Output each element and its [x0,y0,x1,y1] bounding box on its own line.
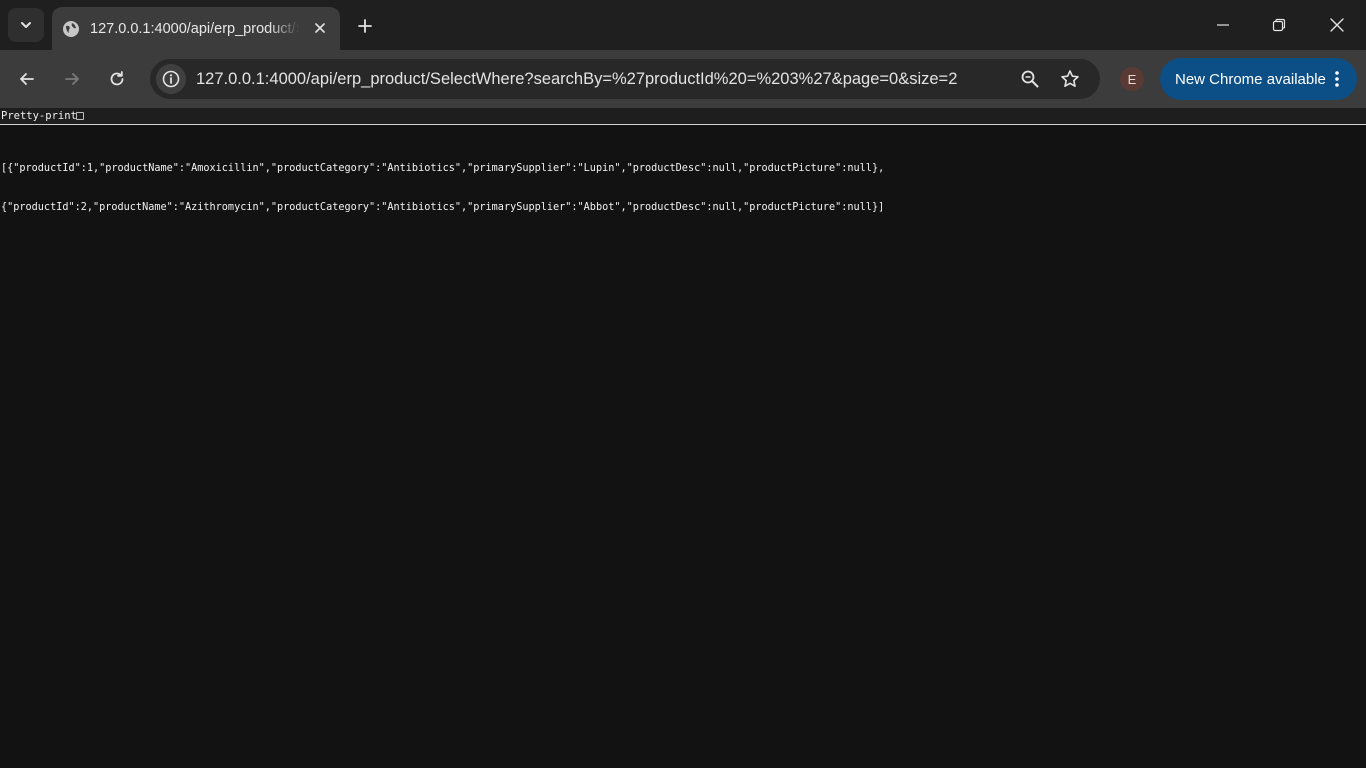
tab-strip: 127.0.0.1:4000/api/erp_product/SelectWhe… [0,0,1366,50]
restore-icon [1272,18,1286,32]
chevron-down-icon [21,22,31,28]
minimize-icon [1217,24,1229,26]
page-content: Pretty-print [{"productId":1,"productNam… [0,108,1366,768]
json-line: [{"productId":1,"productName":"Amoxicill… [1,163,885,174]
close-icon[interactable] [310,18,330,38]
plus-icon [358,19,372,33]
restore-button[interactable] [1257,6,1301,44]
pretty-print-bar: Pretty-print [0,108,1366,125]
info-icon [162,70,180,88]
json-body: [{"productId":1,"productName":"Amoxicill… [1,136,884,240]
profile-avatar[interactable]: E [1120,67,1144,91]
close-window-button[interactable] [1315,6,1359,44]
browser-toolbar: 127.0.0.1:4000/api/erp_product/SelectWhe… [0,50,1366,108]
back-arrow-icon [20,73,34,85]
kebab-menu-icon[interactable] [1327,69,1347,89]
pretty-print-checkbox[interactable] [76,112,84,120]
update-chrome-label: New Chrome available [1175,70,1326,88]
zoom-button[interactable] [1015,64,1045,94]
bookmark-button[interactable] [1055,64,1085,94]
tab-title: 127.0.0.1:4000/api/erp_product/SelectWhe… [90,20,300,37]
reload-button[interactable] [100,62,134,96]
new-tab-button[interactable] [350,11,380,41]
zoom-icon [1021,70,1039,88]
reload-icon [110,71,124,86]
url-text[interactable]: 127.0.0.1:4000/api/erp_product/SelectWhe… [196,59,1006,99]
globe-icon [62,20,80,38]
forward-button[interactable] [55,62,89,96]
close-icon [1330,18,1344,32]
active-tab[interactable]: 127.0.0.1:4000/api/erp_product/SelectWhe… [52,7,340,50]
minimize-button[interactable] [1201,6,1245,44]
json-line: {"productId":2,"productName":"Azithromyc… [1,202,885,213]
tab-search-button[interactable] [8,8,44,42]
back-button[interactable] [10,62,44,96]
forward-arrow-icon [65,73,79,85]
pretty-print-label: Pretty-print [1,110,77,122]
star-icon [1061,70,1079,87]
site-info-button[interactable] [156,64,186,94]
address-bar[interactable]: 127.0.0.1:4000/api/erp_product/SelectWhe… [150,59,1100,99]
update-chrome-button[interactable]: New Chrome available [1160,58,1357,100]
